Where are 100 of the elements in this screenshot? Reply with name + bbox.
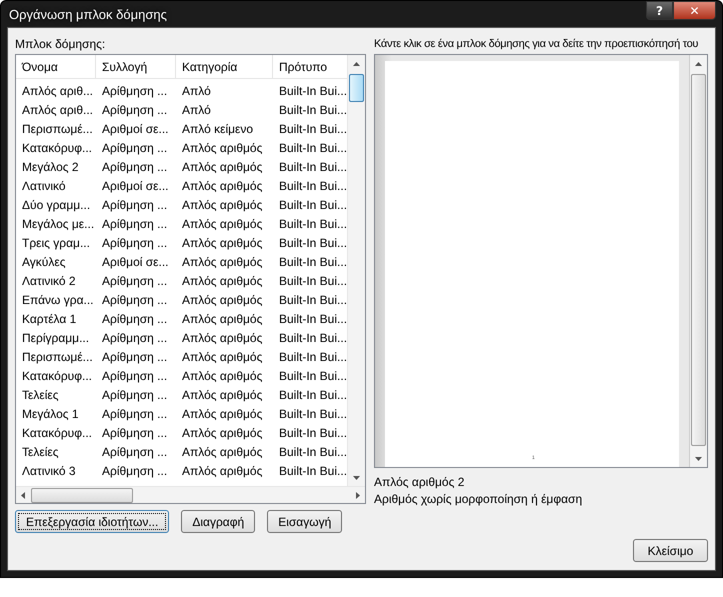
column-header[interactable]: Συλλογή — [96, 55, 176, 78]
table-cell-text: Αρίθμηση ... — [101, 368, 168, 382]
table-cell-text: Built-In Bui... — [278, 330, 347, 344]
table-cell-text: Built-In Bui... — [278, 102, 347, 116]
table-cell-text: Αρίθμηση ... — [101, 292, 168, 306]
table-cell-text: Built-In Bui... — [278, 444, 347, 458]
table-cell-text: Αρίθμηση ... — [101, 426, 168, 440]
table-cell-text: Δύο γραμμ... — [21, 198, 92, 212]
table-cell-text: Built-In Bui... — [278, 140, 347, 154]
vertical-scrollbar[interactable] — [347, 55, 365, 486]
table-cell-text: Κατακόρυφ... — [21, 140, 94, 154]
table-cell-text: Built-In Bui... — [278, 350, 347, 364]
table-cell-text: Απλός αριθμός — [181, 216, 264, 230]
table-cell-text: Απλός αριθμός — [181, 406, 264, 420]
table-cell-text: Αρίθμηση ... — [101, 140, 168, 154]
table-cell-text: Built-In Bui... — [278, 178, 347, 192]
table-cell-text: Επάνω γρα... — [21, 292, 95, 306]
table-cell-text: Απλός αριθμός — [181, 178, 264, 192]
block-description: Αριθμός χωρίς μορφοποίηση ή έμφαση — [374, 491, 584, 508]
table-cell-text: Τελείες — [21, 444, 60, 458]
scroll-thumb[interactable] — [349, 74, 364, 102]
table-cell-text: Αρίθμηση ... — [101, 216, 168, 230]
column-header[interactable]: Όνομα — [16, 55, 96, 78]
table-cell-text: Αρίθμηση ... — [101, 274, 168, 288]
preview-label: Κάντε κλικ σε ένα μπλοκ δόμησης για να δείτε την προεπισκόπησή του — [374, 37, 698, 52]
table-cell-text: Απλός αριθμός — [181, 274, 264, 288]
table-cell-text: Built-In Bui... — [278, 406, 347, 420]
dialog-button[interactable]: Εισαγωγή — [267, 510, 342, 533]
table-cell-text: Απλός αριθμός — [181, 330, 264, 344]
table-cell-text: Απλός αριθμός — [181, 236, 264, 250]
scroll-thumb[interactable] — [691, 74, 706, 446]
block-name: Απλός αριθμός 2 — [374, 474, 466, 491]
table-cell-text: Απλός αριθ... — [21, 84, 94, 98]
table-cell-text: Αρίθμηση ... — [101, 444, 168, 458]
scroll-thumb[interactable] — [31, 488, 133, 502]
table-cell-text: Απλός αριθμός — [181, 160, 264, 174]
table-cell-text: Αρίθμηση ... — [101, 236, 168, 250]
table-cell-text: Απλός αριθμός — [181, 444, 264, 458]
table-cell-text: Αρίθμηση ... — [101, 160, 168, 174]
table-cell-text: Built-In Bui... — [278, 368, 347, 382]
table-cell-text: Απλός αριθμός — [181, 368, 264, 382]
dialog-button[interactable]: Επεξεργασία ιδιοτήτων... — [15, 510, 170, 533]
table-cell-text: Απλός αριθμός — [181, 292, 264, 306]
vertical-scrollbar[interactable] — [689, 55, 707, 467]
table-cell-text: Κατακόρυφ... — [21, 426, 94, 440]
table-cell-text: Απλό κείμενο — [181, 122, 254, 136]
table-cell-text: Απλό — [181, 102, 212, 116]
down-arrow-icon[interactable] — [695, 456, 702, 460]
table-cell-text: Αρίθμηση ... — [101, 312, 168, 326]
table-cell-text: Περισπωμέ... — [21, 350, 94, 364]
up-arrow-icon[interactable] — [695, 62, 702, 66]
table-cell-text: Built-In Bui... — [278, 254, 347, 268]
close-dialog-button[interactable]: Κλείσιμο — [633, 539, 708, 562]
table-cell-text: Built-In Bui... — [278, 160, 347, 174]
list-label: Μπλοκ δόμησης: — [15, 36, 106, 52]
right-arrow-icon[interactable] — [356, 492, 360, 498]
table-cell-text: Built-In Bui... — [278, 426, 347, 440]
table-cell-text: Built-In Bui... — [278, 216, 347, 230]
table-cell-text: Λατινικό — [21, 178, 67, 192]
help-button[interactable]: ? — [646, 1, 673, 20]
dialog-button[interactable]: Διαγραφή — [181, 510, 256, 533]
table-cell-text: Απλός αριθμός — [181, 312, 264, 326]
close-button[interactable]: ✕ — [673, 1, 716, 20]
table-cell-text: Απλό — [181, 84, 212, 98]
table-cell-text: Μεγάλος με... — [21, 216, 96, 230]
table-cell-text: Αρίθμηση ... — [101, 464, 168, 478]
table-cell-text: Μεγάλος 1 — [21, 406, 80, 420]
down-arrow-icon[interactable] — [353, 476, 360, 480]
table-cell-text: Απλός αριθμός — [181, 426, 264, 440]
table-cell-text: Απλός αριθμός — [181, 254, 264, 268]
table-cell-text: Απλός αριθ... — [21, 102, 94, 116]
table-cell-text: Αριθμοί σε... — [101, 178, 170, 192]
table-cell-text: Built-In Bui... — [278, 388, 347, 402]
table-cell-text: Περισπωμέ... — [21, 122, 94, 136]
table-cell-text: Τρεις γραμ... — [21, 236, 91, 250]
table-cell-text: Καρτέλα 1 — [21, 312, 78, 326]
left-arrow-icon[interactable] — [21, 492, 25, 498]
table-cell-text: Τελείες — [21, 388, 60, 402]
table-cell-text: Απλός αριθμός — [181, 198, 264, 212]
table-cell-text: Αριθμοί σε... — [101, 254, 170, 268]
table-cell-text: Μεγάλος 2 — [21, 160, 80, 174]
table-cell-text: Built-In Bui... — [278, 464, 347, 478]
table-cell-text: Αρίθμηση ... — [101, 330, 168, 344]
window-title: Οργάνωση μπλοκ δόμησης — [8, 6, 167, 22]
table-cell-text: Απλός αριθμός — [181, 350, 264, 364]
table-cell-text: Built-In Bui... — [278, 274, 347, 288]
table-cell-text: Αρίθμηση ... — [101, 198, 168, 212]
table-cell-text: Απλός αριθμός — [181, 140, 264, 154]
table-cell-text: Αρίθμηση ... — [101, 102, 168, 116]
horizontal-scrollbar[interactable] — [16, 486, 365, 503]
table-cell-text: Αρίθμηση ... — [101, 84, 168, 98]
up-arrow-icon[interactable] — [353, 62, 360, 66]
table-cell-text: Λατινικό 2 — [21, 274, 77, 288]
table-cell-text: Περίγραμμ... — [21, 330, 90, 344]
table-cell-text: Built-In Bui... — [278, 236, 347, 250]
table-cell-text: Απλός αριθμός — [181, 464, 264, 478]
table-cell-text: Αρίθμηση ... — [101, 388, 168, 402]
table-cell-text: Αρίθμηση ... — [101, 406, 168, 420]
table-cell-text: Αριθμοί σε... — [101, 122, 170, 136]
column-header[interactable]: Κατηγορία — [176, 55, 273, 78]
